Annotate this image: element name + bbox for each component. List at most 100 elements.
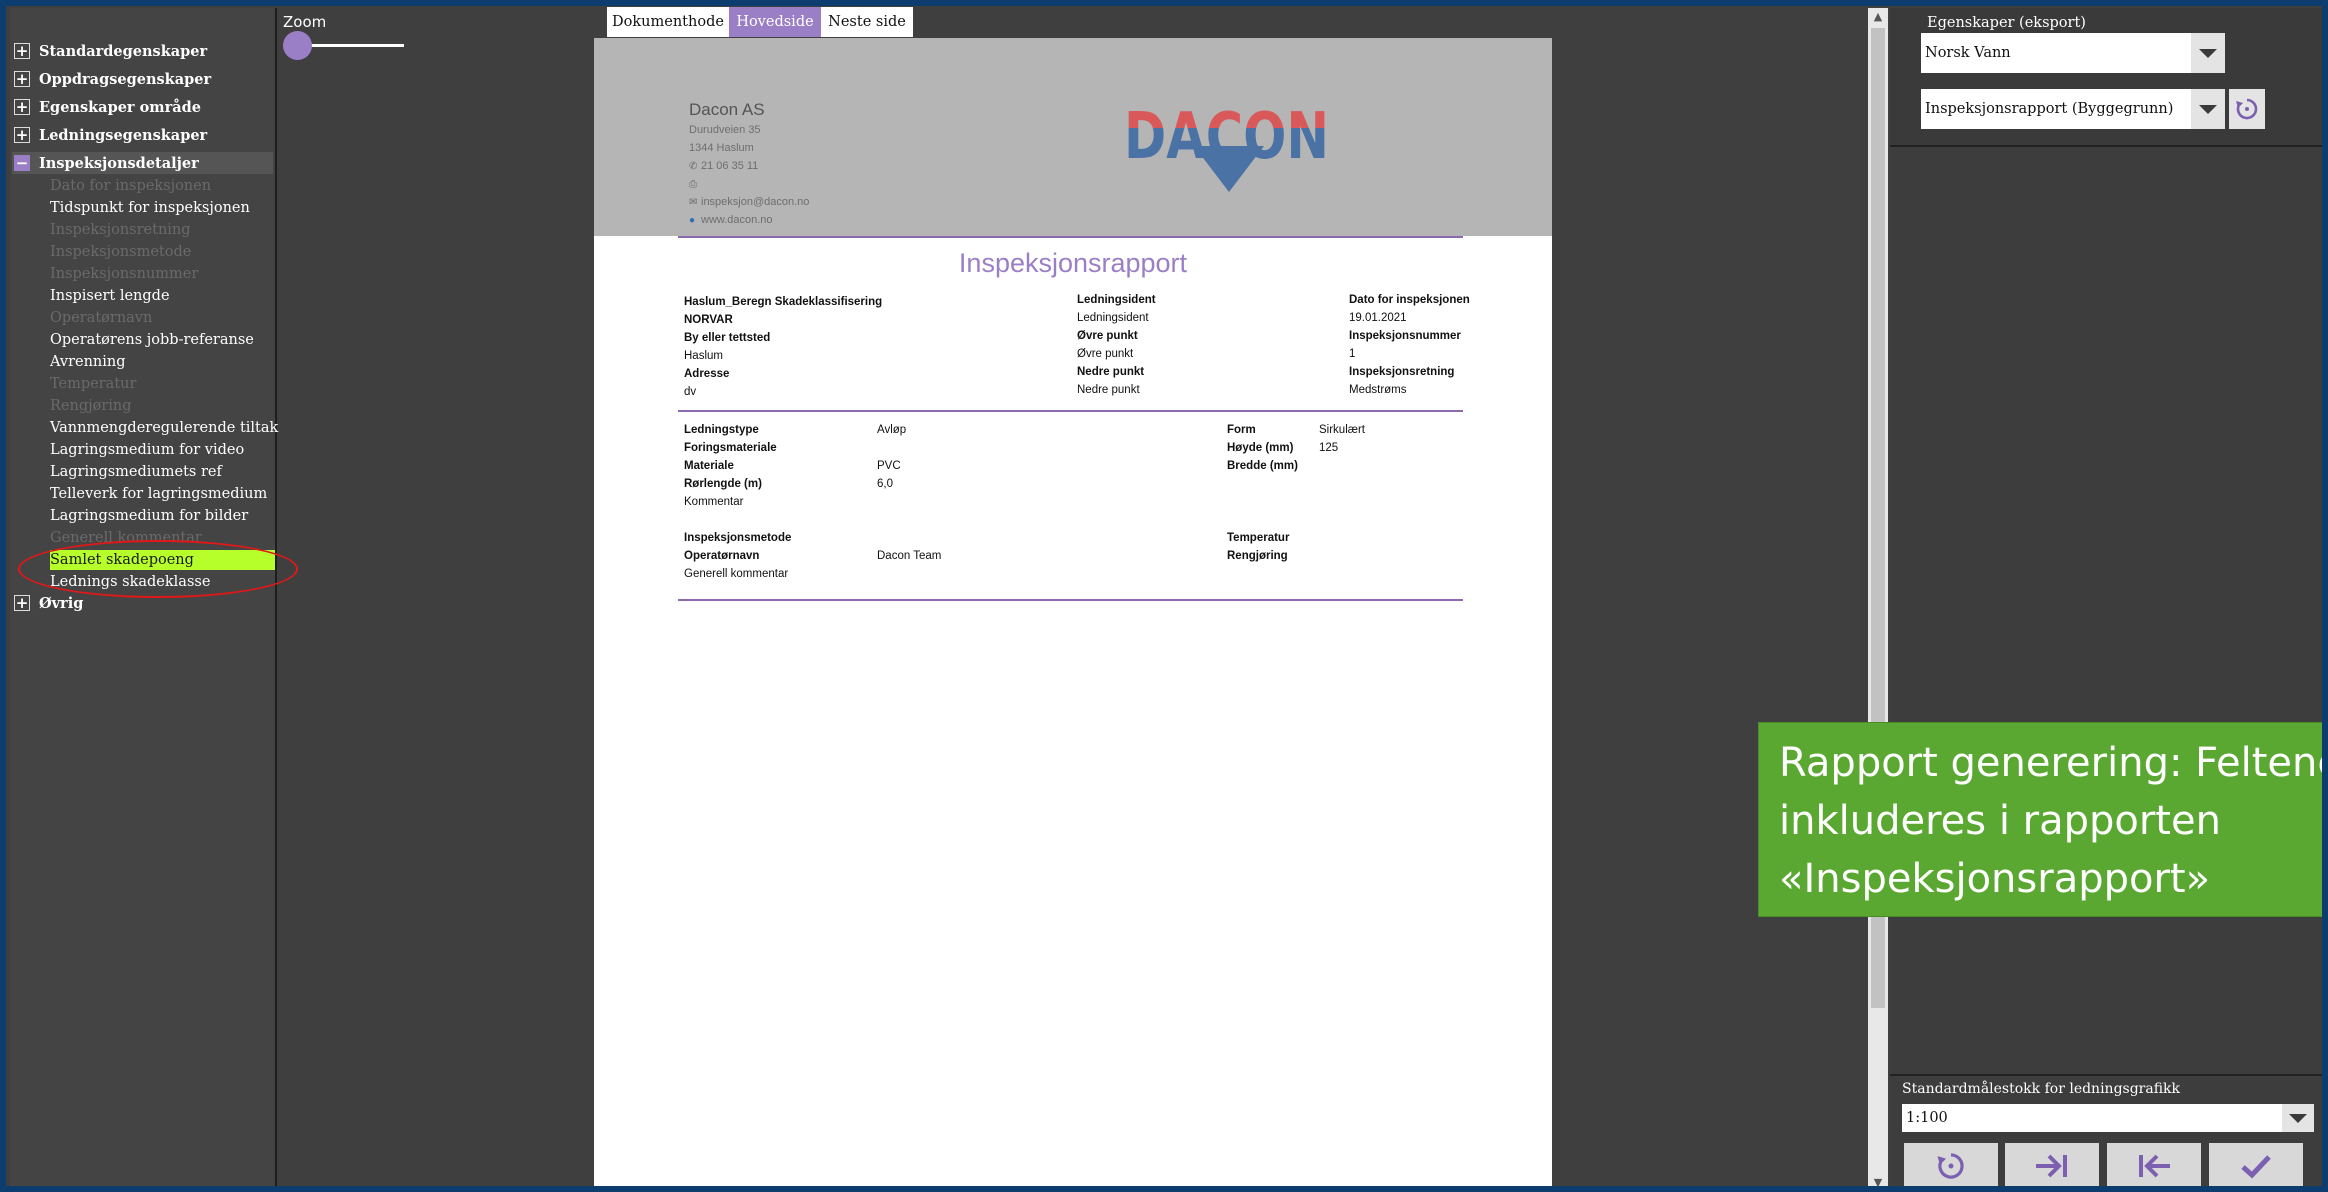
report-preview: Dacon AS Durudveien 35 1344 Haslum ✆ 21 0… bbox=[594, 38, 1552, 1192]
field-value: Øvre punkt bbox=[1077, 348, 1134, 360]
scroll-down-icon[interactable]: ▼ bbox=[1868, 1174, 1888, 1192]
export-settings: Egenskaper (eksport) Norsk Vann Inspeksj… bbox=[1890, 8, 2328, 147]
field-value: dv bbox=[684, 386, 697, 398]
tree-group-oppdragsegenskaper[interactable]: + Oppdragsegenskaper bbox=[14, 68, 211, 90]
reset-icon[interactable] bbox=[2229, 89, 2265, 129]
expand-icon[interactable]: + bbox=[14, 71, 30, 87]
field-name: Ledningsident bbox=[1077, 294, 1156, 306]
tree-item[interactable]: Dato for inspeksjonen bbox=[50, 176, 211, 196]
field-name: Øvre punkt bbox=[1077, 330, 1138, 342]
globe-icon: ● bbox=[689, 215, 696, 226]
field-name: Generell kommentar bbox=[684, 568, 789, 580]
scale-select[interactable]: 1:100 bbox=[1902, 1104, 2282, 1132]
property-tree[interactable]: + Standardegenskaper + Oppdragsegenskaper … bbox=[10, 8, 278, 1192]
tree-item[interactable]: Tidspunkt for inspeksjonen bbox=[50, 198, 250, 218]
field-value: 19.01.2021 bbox=[1349, 312, 1407, 324]
field-name: Dato for inspeksjonen bbox=[1349, 294, 1470, 306]
tree-item[interactable]: Inspisert lengde bbox=[50, 286, 170, 306]
dropdown-icon[interactable] bbox=[2191, 33, 2225, 73]
callout-line: Rapport generering: Feltene bbox=[1779, 740, 2328, 786]
tree-item[interactable]: Inspeksjonsmetode bbox=[50, 242, 191, 262]
panel-label: Egenskaper (eksport) bbox=[1927, 15, 2086, 31]
dropdown-icon[interactable] bbox=[2282, 1104, 2314, 1132]
fax-icon: ⎙ bbox=[689, 179, 697, 190]
field-name: Nedre punkt bbox=[1077, 366, 1145, 378]
zoom-slider-thumb[interactable] bbox=[283, 31, 312, 60]
field-value: Avløp bbox=[877, 424, 907, 436]
field-name: Haslum_Beregn Skadeklassifisering bbox=[684, 296, 883, 308]
field-value: 125 bbox=[1319, 442, 1339, 454]
field-name: Inspeksjonsnummer bbox=[1349, 330, 1461, 342]
tree-item[interactable]: Lagringsmediumets ref bbox=[50, 462, 222, 482]
last-page-button[interactable] bbox=[2005, 1143, 2099, 1188]
field-name: Bredde (mm) bbox=[1227, 460, 1298, 472]
field-name: By eller tettsted bbox=[684, 332, 771, 344]
tree-group-egenskaper-omrade[interactable]: + Egenskaper område bbox=[14, 96, 201, 118]
divider bbox=[678, 236, 1463, 238]
reset-icon bbox=[1937, 1152, 1964, 1179]
field-name: Adresse bbox=[684, 368, 730, 380]
zoom-slider-track[interactable] bbox=[298, 44, 404, 47]
first-page-button[interactable] bbox=[2107, 1143, 2201, 1188]
field-name: Høyde (mm) bbox=[1227, 442, 1294, 454]
field-name: Ledningstype bbox=[684, 424, 759, 436]
tab-neste-side[interactable]: Neste side bbox=[821, 7, 913, 37]
vertical-scrollbar[interactable]: ▲ ▼ bbox=[1868, 8, 1888, 1192]
expand-icon[interactable]: + bbox=[14, 99, 30, 115]
confirm-button[interactable] bbox=[2209, 1143, 2303, 1188]
zoom-label: Zoom bbox=[283, 13, 327, 31]
tree-item[interactable]: Operatørnavn bbox=[50, 308, 152, 328]
company-web: ● www.dacon.no bbox=[689, 214, 773, 226]
company-logo: DACON DACON bbox=[1124, 100, 1329, 192]
field-value: Nedre punkt bbox=[1077, 384, 1140, 396]
scale-label: Standardmålestokk for ledningsgrafikk bbox=[1902, 1081, 2181, 1097]
field-name: Inspeksjonsretning bbox=[1349, 366, 1455, 378]
report-title: Inspeksjonsrapport bbox=[958, 248, 1188, 278]
document-header: Dacon AS Durudveien 35 1344 Haslum ✆ 21 0… bbox=[594, 38, 1552, 236]
tree-group-standardegenskaper[interactable]: + Standardegenskaper bbox=[14, 40, 207, 62]
field-name: Inspeksjonsmetode bbox=[684, 532, 792, 544]
field-value: Dacon Team bbox=[877, 550, 942, 562]
tree-group-ledningsegenskaper[interactable]: + Ledningsegenskaper bbox=[14, 124, 207, 146]
tree-item[interactable]: Inspeksjonsnummer bbox=[50, 264, 198, 284]
field-value: Sirkulært bbox=[1319, 424, 1366, 436]
tree-item[interactable]: Vannmengderegulerende tiltak bbox=[50, 418, 278, 438]
export-properties-panel: Egenskaper (eksport) Norsk Vann Inspeksj… bbox=[1890, 8, 2328, 1192]
field-name: Rørlengde (m) bbox=[684, 478, 762, 490]
tree-item[interactable]: Rengjøring bbox=[50, 396, 132, 416]
field-name: Temperatur bbox=[1227, 532, 1290, 544]
tree-item[interactable]: Inspeksjonsretning bbox=[50, 220, 191, 240]
tree-item[interactable]: Avrenning bbox=[50, 352, 126, 372]
expand-icon[interactable]: + bbox=[14, 595, 30, 611]
company-fax: ⎙ bbox=[689, 178, 701, 190]
last-page-icon bbox=[2036, 1154, 2067, 1177]
tree-group-ovrig[interactable]: + Øvrig bbox=[14, 592, 83, 614]
field-value: 6,0 bbox=[877, 478, 893, 490]
field-value: Medstrøms bbox=[1349, 384, 1407, 396]
reset-button[interactable] bbox=[1904, 1143, 1998, 1188]
divider bbox=[678, 410, 1463, 412]
collapse-icon[interactable]: − bbox=[14, 155, 30, 171]
scroll-up-icon[interactable]: ▲ bbox=[1868, 8, 1888, 26]
dropdown-icon[interactable] bbox=[2191, 89, 2225, 129]
expand-icon[interactable]: + bbox=[14, 127, 30, 143]
field-name: Materiale bbox=[684, 460, 734, 472]
tab-hovedside[interactable]: Hovedside bbox=[729, 7, 821, 37]
field-name: Kommentar bbox=[684, 496, 744, 508]
tree-item[interactable]: Telleverk for lagringsmedium bbox=[50, 484, 267, 504]
annotation-circle bbox=[18, 540, 298, 598]
tree-item[interactable]: Lagringsmedium for bilder bbox=[50, 506, 248, 526]
tree-group-inspeksjonsdetaljer[interactable]: − Inspeksjonsdetaljer bbox=[12, 152, 273, 174]
report-select[interactable]: Inspeksjonsrapport (Byggegrunn) bbox=[1921, 89, 2191, 129]
tree-item[interactable]: Operatørens jobb-referanse bbox=[50, 330, 254, 350]
callout-line: «Inspeksjonsrapport» bbox=[1779, 856, 2211, 902]
field-value: Ledningsident bbox=[1077, 312, 1149, 324]
expand-icon[interactable]: + bbox=[14, 43, 30, 59]
company-name: Dacon AS bbox=[689, 100, 765, 119]
profile-select[interactable]: Norsk Vann bbox=[1921, 33, 2191, 73]
tab-dokumenthode[interactable]: Dokumenthode bbox=[607, 7, 729, 37]
field-name: Operatørnavn bbox=[684, 550, 760, 562]
tree-item[interactable]: Lagringsmedium for video bbox=[50, 440, 244, 460]
email-icon: ✉ bbox=[689, 197, 698, 208]
tree-item[interactable]: Temperatur bbox=[50, 374, 136, 394]
